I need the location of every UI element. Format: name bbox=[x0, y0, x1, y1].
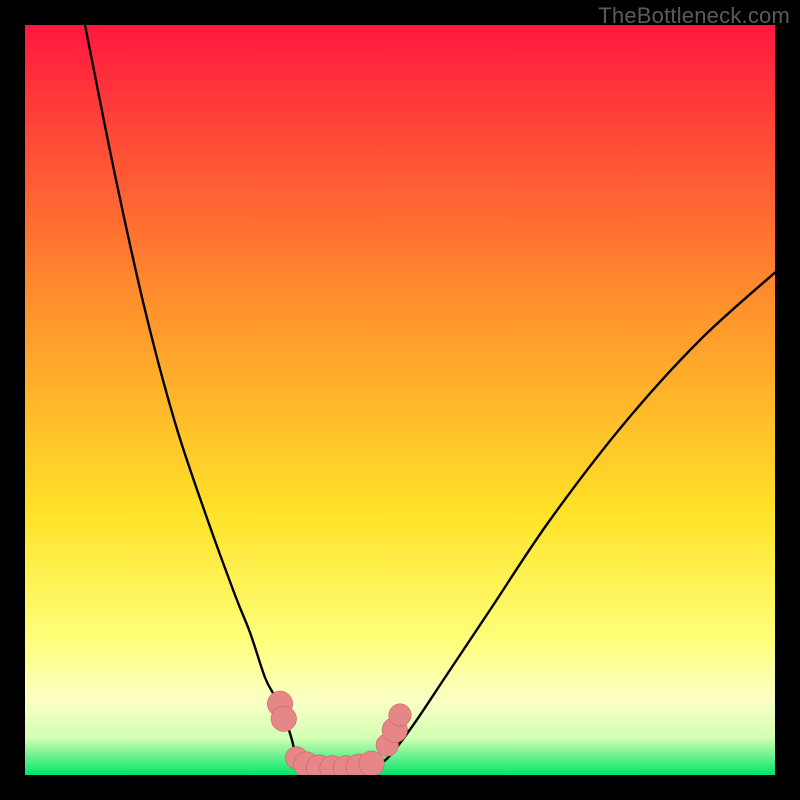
marker-point bbox=[389, 704, 412, 727]
watermark-text: TheBottleneck.com bbox=[598, 3, 790, 29]
gradient-background bbox=[25, 25, 775, 775]
marker-point bbox=[271, 706, 297, 732]
chart-frame: TheBottleneck.com bbox=[0, 0, 800, 800]
chart-svg bbox=[25, 25, 775, 775]
plot-area bbox=[25, 25, 775, 775]
marker-point bbox=[359, 751, 385, 775]
